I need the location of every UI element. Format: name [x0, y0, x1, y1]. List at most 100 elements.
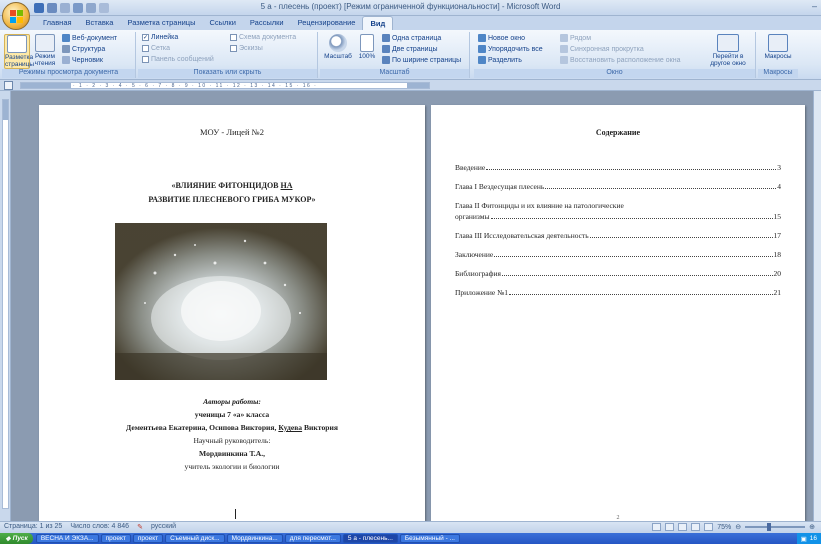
zoom-out-icon[interactable]: ⊖ [735, 523, 741, 531]
zoom-100-button[interactable]: 100% [356, 34, 378, 60]
full-reading-button[interactable]: Режим чтения [32, 34, 58, 67]
vertical-ruler-scale [2, 99, 9, 509]
toc-entry[interactable]: Глава III Исследовательская деятельность… [455, 230, 781, 241]
taskbar-item[interactable]: проект [100, 534, 131, 543]
toc-leader [490, 218, 773, 219]
tab-view[interactable]: Вид [362, 16, 394, 30]
arrange-all-icon [478, 45, 486, 53]
sync-scroll-button[interactable]: Синхронная прокрутка [560, 45, 644, 53]
vertical-scrollbar[interactable] [813, 91, 821, 521]
vertical-ruler[interactable] [0, 91, 11, 521]
taskbar-item[interactable]: Съемный диск... [165, 534, 225, 543]
taskbar-item[interactable]: проект [132, 534, 164, 543]
view-outline-button[interactable] [691, 523, 701, 531]
zoom-level[interactable]: 75% [717, 524, 731, 531]
document-area[interactable]: МОУ - Лицей №2 «ВЛИЯНИЕ ФИТОНЦИДОВ НА РА… [11, 91, 813, 521]
tab-page-layout[interactable]: Разметка страницы [120, 16, 202, 30]
tab-home[interactable]: Главная [36, 16, 79, 30]
thumbnails-check-icon [230, 45, 237, 52]
minimize-button[interactable]: – [812, 1, 817, 11]
view-reading-button[interactable] [665, 523, 675, 531]
language-status[interactable]: русский [151, 523, 176, 531]
table-of-contents: Введение 3 Глава I Вездесущая плесень 4 Гл… [455, 162, 781, 306]
outline-icon [62, 45, 70, 53]
authors-heading: Авторы работы: [203, 397, 261, 406]
taskbar-item[interactable]: ВЕСНА И ЭКЗА... [35, 534, 99, 543]
new-window-button[interactable]: Новое окно [478, 34, 525, 42]
draft-button[interactable]: Черновик [62, 56, 103, 64]
toc-entry[interactable]: Приложение №1 21 [455, 287, 781, 298]
toc-entry[interactable]: Библиография 20 [455, 268, 781, 279]
toc-leader [509, 294, 773, 295]
zoom-button[interactable]: Масштаб [322, 34, 354, 60]
switch-window-button[interactable]: Перейти в другое окно [702, 34, 754, 67]
reset-position-button[interactable]: Восстановить расположение окна [560, 56, 680, 64]
arrange-all-button[interactable]: Упорядочить все [478, 45, 543, 53]
group-window: Новое окно Упорядочить все Разделить Ряд… [474, 32, 756, 78]
document-title: «ВЛИЯНИЕ ФИТОНЦИДОВ НА РАЗВИТИЕ ПЛЕСНЕВО… [39, 179, 425, 207]
switch-window-label: Перейти в другое окно [710, 53, 746, 67]
gridlines-checkbox[interactable]: Сетка [142, 45, 170, 52]
author-names-suffix: Виктория [302, 423, 338, 432]
two-pages-button[interactable]: Две страницы [382, 45, 438, 53]
document-map-check-icon [230, 34, 237, 41]
toc-entry[interactable]: Глава I Вездесущая плесень 4 [455, 181, 781, 192]
group-label-views: Режимы просмотра документа [2, 69, 135, 78]
toc-title: Содержание [595, 128, 641, 137]
school-name: МОУ - Лицей №2 [200, 127, 264, 137]
toc-leader [545, 188, 777, 189]
zoom-label: Масштаб [324, 53, 352, 60]
toc-entry[interactable]: Заключение 18 [455, 249, 781, 260]
web-layout-button[interactable]: Веб-документ [62, 34, 117, 42]
two-pages-label: Две страницы [392, 45, 438, 53]
zoom-slider[interactable] [745, 523, 806, 531]
document-page-2[interactable]: Содержание Введение 3 Глава I Вездесущая … [431, 105, 805, 521]
view-draft-button[interactable] [704, 523, 714, 531]
windows-flag-icon: ❖ [5, 535, 13, 543]
toc-entry-page: 20 [773, 269, 782, 278]
tab-references[interactable]: Ссылки [202, 16, 242, 30]
ruler-ticks: · 1 · 2 · 3 · 4 · 5 · 6 · 7 · 8 · 9 · 10… [73, 83, 318, 89]
print-layout-button[interactable]: Разметка страницы [4, 34, 34, 69]
taskbar-item[interactable]: Безымянный - ... [399, 534, 460, 543]
office-button[interactable] [2, 2, 30, 30]
tab-selector-icon[interactable] [4, 81, 13, 90]
taskbar-item[interactable]: Мордвинкина... [226, 534, 283, 543]
spelling-status-icon[interactable]: ✎ [137, 523, 143, 531]
document-page-1[interactable]: МОУ - Лицей №2 «ВЛИЯНИЕ ФИТОНЦИДОВ НА РА… [39, 105, 425, 521]
clock[interactable]: 16 [810, 535, 817, 542]
one-page-button[interactable]: Одна страница [382, 34, 441, 42]
word-count-status[interactable]: Число слов: 4 846 [70, 523, 129, 531]
page-count-status[interactable]: Страница: 1 из 25 [4, 523, 62, 531]
split-button[interactable]: Разделить [478, 56, 522, 64]
tab-insert[interactable]: Вставка [79, 16, 121, 30]
view-print-layout-button[interactable] [652, 523, 662, 531]
new-window-icon [478, 34, 486, 42]
zoom-in-icon[interactable]: ⊕ [809, 523, 815, 531]
tray-icon[interactable]: ▣ [801, 535, 807, 543]
print-layout-icon [7, 35, 27, 53]
ruler-checkbox[interactable]: ✓ Линейка [142, 34, 178, 41]
toc-entry-page: 17 [773, 231, 782, 240]
document-map-checkbox[interactable]: Схема документа [230, 34, 296, 41]
message-bar-checkbox[interactable]: Панель сообщений [142, 56, 214, 63]
page-width-button[interactable]: По ширине страницы [382, 56, 461, 64]
thumbnails-checkbox[interactable]: Эскизы [230, 45, 263, 52]
toc-entry-label2: организмы [455, 212, 490, 221]
tab-mailings[interactable]: Рассылки [243, 16, 291, 30]
two-pages-icon [382, 45, 390, 53]
side-by-side-button[interactable]: Рядом [560, 34, 591, 42]
ruler-scale[interactable]: · 1 · 2 · 3 · 4 · 5 · 6 · 7 · 8 · 9 · 10… [20, 82, 430, 89]
taskbar-item-active[interactable]: 5 а - плесень... [342, 534, 398, 543]
magnifier-icon [329, 34, 347, 52]
start-button[interactable]: ❖ Пуск [0, 533, 33, 544]
top-margin-area [3, 100, 8, 120]
tab-review[interactable]: Рецензирование [291, 16, 363, 30]
macros-button[interactable]: Макросы [762, 34, 794, 60]
view-web-button[interactable] [678, 523, 688, 531]
outline-button[interactable]: Структура [62, 45, 105, 53]
taskbar-item[interactable]: для пересмот... [284, 534, 341, 543]
horizontal-ruler[interactable]: · 1 · 2 · 3 · 4 · 5 · 6 · 7 · 8 · 9 · 10… [0, 80, 821, 91]
toc-entry[interactable]: Глава II Фитонциды и их влияние на патол… [455, 200, 781, 222]
toc-entry[interactable]: Введение 3 [455, 162, 781, 173]
